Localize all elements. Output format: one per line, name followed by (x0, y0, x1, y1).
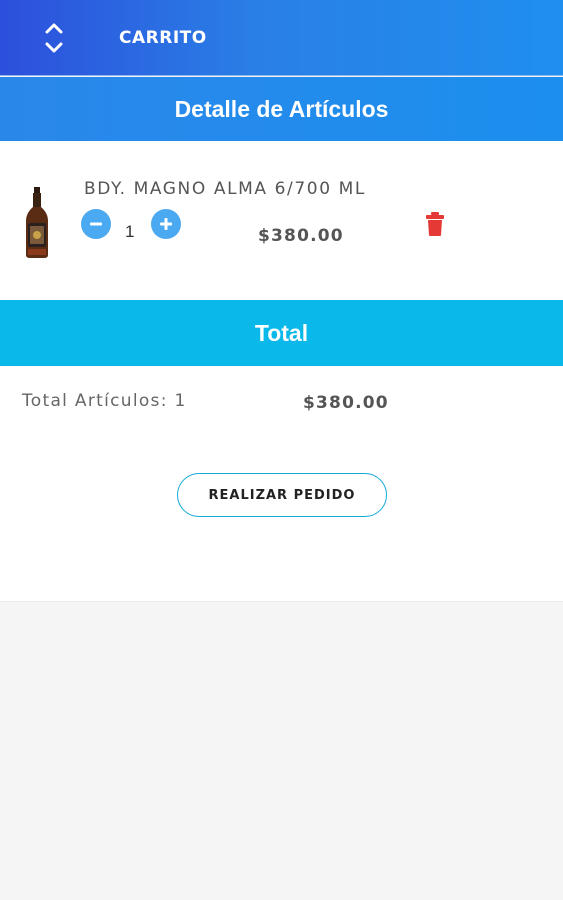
trash-icon (426, 212, 444, 236)
total-summary-row: Total Artículos: 1 $380.00 (0, 366, 563, 436)
place-order-button[interactable]: REALIZAR PEDIDO (177, 473, 387, 517)
delete-item-button[interactable] (424, 211, 446, 237)
total-items-label: Total Artículos: 1 (22, 391, 187, 411)
detail-section-header: Detalle de Artículos (0, 77, 563, 141)
plus-icon (160, 218, 172, 230)
total-section-title: Total (254, 319, 309, 346)
page-title: CARRITO (119, 28, 207, 48)
detail-section-title: Detalle de Artículos (174, 95, 389, 122)
cart-item: BDY. MAGNO ALMA 6/700 ML 1 $380.00 (0, 141, 563, 300)
item-price: $380.00 (258, 226, 344, 246)
liquor-bottle-icon (22, 187, 52, 259)
unfold-more-icon[interactable] (36, 18, 72, 58)
product-name: BDY. MAGNO ALMA 6/700 ML (84, 179, 366, 199)
minus-icon (90, 222, 102, 226)
total-amount: $380.00 (303, 393, 389, 413)
increase-quantity-button[interactable] (151, 209, 181, 239)
order-action-card: REALIZAR PEDIDO (0, 436, 563, 602)
total-section-header: Total (0, 300, 563, 366)
decrease-quantity-button[interactable] (81, 209, 111, 239)
top-app-bar: CARRITO (0, 0, 563, 76)
quantity-value: 1 (125, 222, 135, 241)
